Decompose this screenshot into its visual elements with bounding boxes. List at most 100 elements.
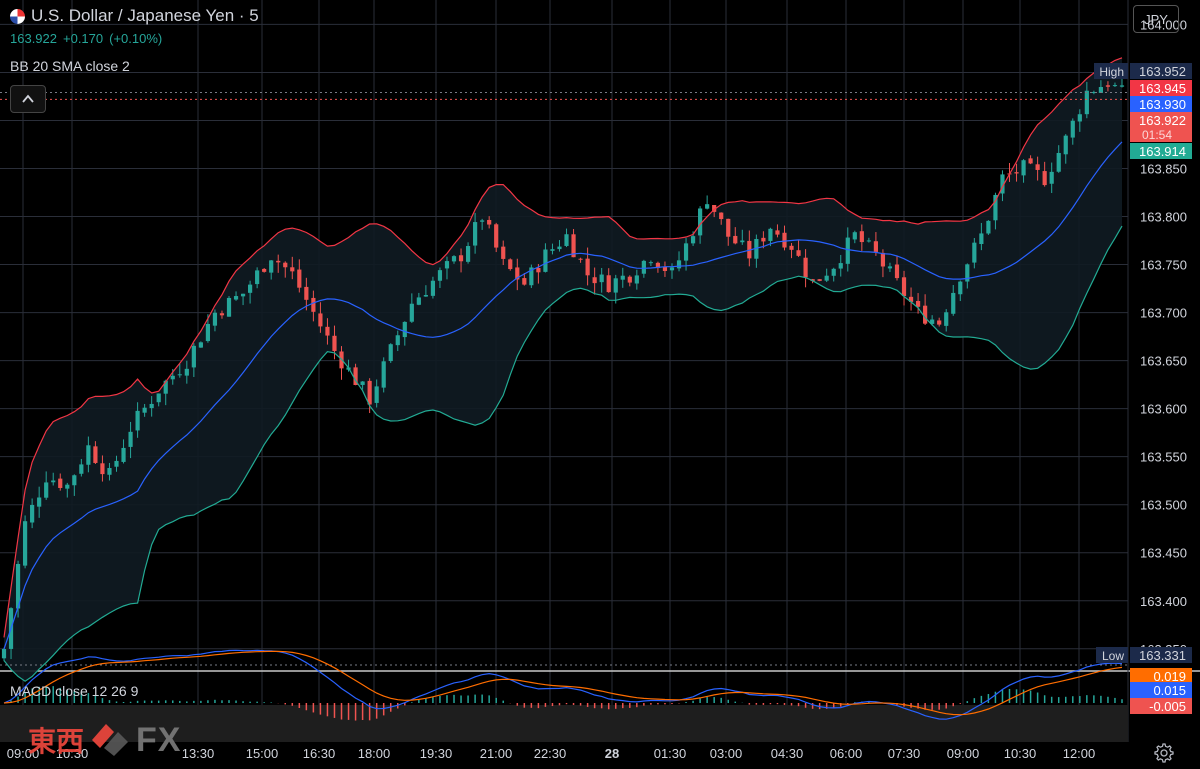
candle-body — [205, 323, 211, 342]
candle-body — [543, 249, 548, 272]
bollinger-band-area — [4, 57, 1122, 682]
candle-body — [212, 312, 218, 326]
candle-body — [44, 482, 49, 498]
candle-body — [149, 403, 154, 409]
candle-body — [226, 297, 232, 317]
candle-body — [65, 484, 70, 489]
last-price: 163.922 — [10, 31, 57, 46]
time-tick-label: 16:30 — [303, 746, 336, 761]
candle-body — [430, 280, 436, 296]
candle-body — [894, 264, 900, 279]
candle-body — [585, 258, 590, 276]
bollinger-legend[interactable]: BB 20 SMA close 2 — [10, 58, 130, 74]
macd-value: 0.015 — [1153, 683, 1186, 698]
time-tick-label: 06:00 — [830, 746, 863, 761]
collapse-indicators-button[interactable] — [10, 85, 46, 113]
price-change: +0.170 — [63, 31, 104, 46]
candle-body — [191, 345, 196, 368]
candle-body — [409, 303, 414, 322]
currency-button[interactable]: JPY — [1133, 5, 1179, 33]
candle-body — [30, 504, 35, 523]
time-tick-label: 22:30 — [534, 746, 567, 761]
candle-body — [255, 270, 260, 285]
watermark: 東西 FX — [28, 720, 181, 760]
candle-body — [128, 431, 133, 447]
low-value: 163.331 — [1139, 648, 1186, 663]
candle-body — [508, 259, 513, 270]
candle-body — [437, 270, 443, 281]
candle-body — [775, 230, 780, 235]
candle-body — [866, 240, 871, 242]
candle-body — [388, 344, 393, 362]
candle-body — [304, 286, 309, 300]
candles — [1, 75, 1125, 662]
candle-body — [1119, 85, 1125, 87]
bb-upper-value: 163.945 — [1139, 81, 1186, 96]
usd-jpy-flag-icon — [10, 8, 25, 24]
price-tick-label: 163.800 — [1140, 210, 1187, 225]
candle-body — [1084, 90, 1089, 115]
price-tick-label: 163.700 — [1140, 306, 1187, 321]
price-change-pct: (+0.10%) — [109, 31, 163, 46]
candle-body — [269, 260, 274, 273]
candle-body — [487, 219, 492, 225]
gear-icon[interactable] — [1153, 742, 1175, 764]
time-tick-label: 01:30 — [654, 746, 687, 761]
candle-body — [79, 464, 84, 474]
candle-body — [979, 233, 984, 245]
high-label: High — [1099, 65, 1124, 79]
candle-body — [473, 222, 478, 246]
candle-body — [613, 278, 618, 293]
candle-body — [416, 297, 421, 305]
bb-lower-value: 163.914 — [1139, 144, 1186, 159]
candle-body — [1014, 172, 1019, 174]
candle-body — [550, 249, 555, 251]
candle-body — [262, 268, 267, 272]
time-tick-label: 09:00 — [947, 746, 980, 761]
candle-body — [114, 460, 119, 467]
candle-body — [557, 246, 562, 250]
symbol-title[interactable]: U.S. Dollar / Japanese Yen · 5 — [31, 6, 259, 26]
candle-body — [951, 292, 956, 314]
price-tick-label: 163.850 — [1140, 161, 1187, 176]
candle-body — [100, 463, 105, 475]
macd-legend[interactable]: MACD close 12 26 9 — [10, 683, 138, 699]
candle-body — [887, 266, 893, 269]
candle-body — [1042, 171, 1047, 186]
candle-body — [72, 475, 77, 486]
candle-body — [381, 361, 386, 388]
candle-body — [501, 246, 506, 259]
price-tick-label: 163.400 — [1140, 594, 1187, 609]
candle-body — [796, 250, 801, 256]
high-value: 163.952 — [1139, 64, 1186, 79]
candle-body — [240, 293, 246, 297]
time-tick-label: 15:00 — [246, 746, 279, 761]
candle-body — [318, 313, 323, 327]
candle-body — [198, 342, 203, 348]
price-chart[interactable]: 164.000163.950163.900163.850163.800163.7… — [0, 0, 1200, 769]
candle-body — [719, 212, 724, 220]
candle-body — [817, 279, 822, 281]
candle-body — [768, 228, 773, 241]
watermark-fx-text: FX — [136, 720, 182, 759]
candle-body — [1056, 152, 1061, 172]
candle-body — [620, 275, 625, 280]
candle-body — [219, 313, 225, 316]
bollinger-fill — [4, 57, 1122, 682]
candle-body — [522, 278, 527, 285]
candle-body — [1049, 171, 1054, 184]
candle-body — [1070, 120, 1075, 138]
candle-body — [733, 235, 738, 244]
candle-body — [740, 240, 745, 243]
candle-body — [880, 252, 886, 267]
candle-body — [859, 231, 864, 243]
candle-body — [107, 468, 112, 475]
candle-body — [937, 320, 942, 325]
candle-body — [705, 204, 710, 209]
candle-body — [1063, 135, 1068, 155]
candle-body — [283, 262, 288, 268]
candle-body — [1028, 158, 1033, 164]
chevron-up-icon — [22, 94, 34, 103]
time-tick-label: 21:00 — [480, 746, 513, 761]
countdown-value: 01:54 — [1142, 128, 1172, 142]
